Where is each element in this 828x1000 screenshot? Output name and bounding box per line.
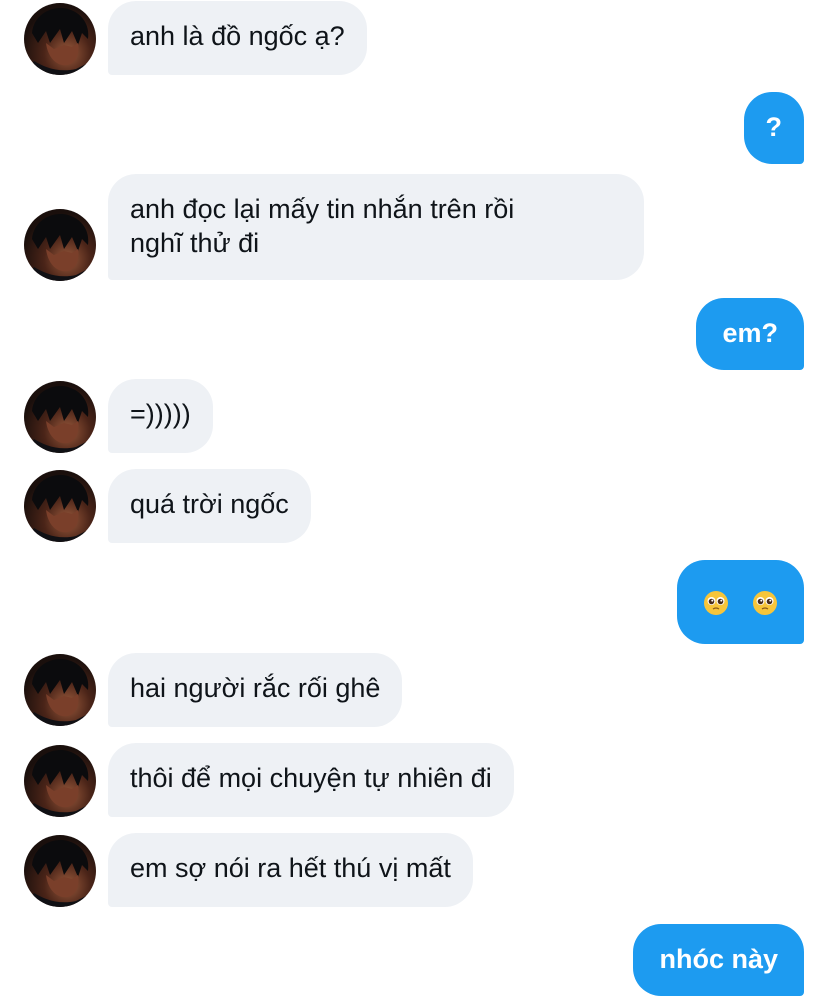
sender-avatar[interactable] <box>24 381 96 453</box>
outgoing-message-bubble[interactable]: nhóc này <box>633 924 804 996</box>
incoming-message-bubble[interactable]: thôi để mọi chuyện tự nhiên đi <box>108 743 514 817</box>
incoming-message-bubble[interactable]: quá trời ngốc <box>108 469 311 543</box>
incoming-message-bubble[interactable]: anh là đồ ngốc ạ? <box>108 1 367 75</box>
message-text: nhóc này <box>659 944 778 974</box>
message-text: hai người rắc rối ghê <box>130 673 381 703</box>
message-text: ? <box>765 112 783 142</box>
profile-avatar-icon <box>24 386 96 453</box>
profile-avatar-icon <box>24 475 96 542</box>
message-text-line-2: nghĩ thử đi <box>130 228 260 258</box>
incoming-message-bubble[interactable]: em sợ nói ra hết thú vị mất <box>108 833 473 907</box>
profile-avatar-icon <box>24 214 96 281</box>
sender-avatar[interactable] <box>24 654 96 726</box>
sender-avatar[interactable] <box>24 745 96 817</box>
profile-avatar-icon <box>24 659 96 726</box>
outgoing-message-bubble[interactable]: 🥺 🥺 <box>676 560 804 644</box>
message-text: quá trời ngốc <box>130 489 289 519</box>
sender-avatar[interactable] <box>24 209 96 281</box>
message-text: 🥺 🥺 <box>778 584 779 585</box>
incoming-message-bubble[interactable]: hai người rắc rối ghê <box>108 653 403 727</box>
sender-avatar[interactable] <box>24 835 96 907</box>
sender-avatar[interactable] <box>24 470 96 542</box>
profile-avatar-icon <box>24 8 96 75</box>
outgoing-message-bubble[interactable]: em? <box>696 298 804 370</box>
pleading-face-emoji-icon <box>703 590 728 615</box>
profile-avatar-icon <box>24 750 96 817</box>
incoming-message-bubble[interactable]: =))))) <box>108 379 213 453</box>
message-text: em? <box>722 318 778 348</box>
sender-avatar[interactable] <box>24 3 96 75</box>
pleading-face-emoji-icon <box>753 590 777 615</box>
message-text: em sợ nói ra hết thú vị mất <box>130 853 451 883</box>
profile-avatar-icon <box>24 840 96 907</box>
incoming-message-bubble[interactable]: anh đọc lại mấy tin nhắn trên rồi nghĩ t… <box>108 174 644 280</box>
outgoing-message-bubble[interactable]: ? <box>743 92 804 164</box>
message-text: thôi để mọi chuyện tự nhiên đi <box>130 763 492 793</box>
message-text: =))))) <box>130 399 191 429</box>
message-text-line-1: anh đọc lại mấy tin nhắn trên rồi <box>130 194 515 224</box>
message-text: anh là đồ ngốc ạ? <box>130 21 345 51</box>
